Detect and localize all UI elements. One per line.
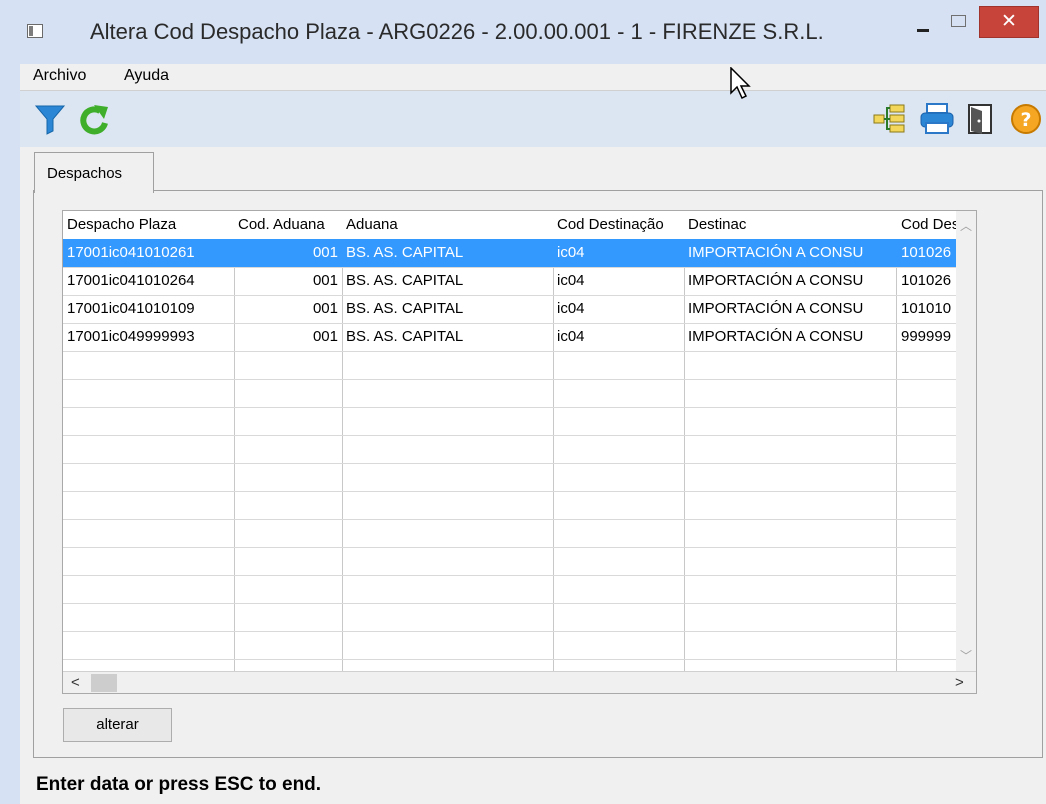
cell-despacho-plaza: 17001ic041010109 <box>67 300 195 317</box>
menu-archivo[interactable]: Archivo <box>33 67 86 85</box>
scroll-up-icon[interactable]: ︿ <box>960 217 972 234</box>
cell-destinac: IMPORTACIÓN A CONSU <box>688 244 864 261</box>
toolbar: ? <box>20 91 1046 147</box>
cell-despacho-plaza: 17001ic041010261 <box>67 244 195 261</box>
scroll-left-icon[interactable]: < <box>71 674 80 691</box>
tab-despachos-label: Despachos <box>47 165 123 182</box>
empty-row <box>63 519 975 548</box>
empty-row <box>63 631 975 660</box>
empty-row <box>63 575 975 604</box>
cell-despacho-plaza: 17001ic041010264 <box>67 272 195 289</box>
cell-destinac: IMPORTACIÓN A CONSU <box>688 328 864 345</box>
window-title: Altera Cod Despacho Plaza - ARG0226 - 2.… <box>90 19 824 44</box>
cell-aduana: BS. AS. CAPITAL <box>346 272 464 289</box>
cell-cod-destinacao: ic04 <box>557 328 585 345</box>
tab-despachos[interactable]: Despachos <box>34 152 154 193</box>
despachos-grid[interactable]: Despacho Plaza Cod. Aduana Aduana Cod De… <box>62 210 977 694</box>
exit-door-icon[interactable] <box>966 103 996 135</box>
empty-row <box>63 547 975 576</box>
cell-cod-desp: 101026 <box>901 244 952 261</box>
svg-text:?: ? <box>1020 109 1031 131</box>
column-header-despacho-plaza[interactable]: Despacho Plaza <box>67 216 176 233</box>
cell-aduana: BS. AS. CAPITAL <box>346 244 464 261</box>
cell-despacho-plaza: 17001ic049999993 <box>67 328 195 345</box>
title-bar: Altera Cod Despacho Plaza - ARG0226 - 2.… <box>0 0 1046 64</box>
print-icon[interactable] <box>920 103 954 135</box>
table-row[interactable]: 17001ic041010261 001 BS. AS. CAPITAL ic0… <box>63 239 975 268</box>
cell-cod-destinacao: ic04 <box>557 244 585 261</box>
cell-aduana: BS. AS. CAPITAL <box>346 300 464 317</box>
grid-header: Despacho Plaza Cod. Aduana Aduana Cod De… <box>63 211 976 240</box>
cell-destinac: IMPORTACIÓN A CONSU <box>688 300 864 317</box>
cell-cod-aduana: 001 <box>312 300 338 317</box>
empty-row <box>63 491 975 520</box>
empty-row <box>63 463 975 492</box>
horizontal-scrollbar[interactable]: < > <box>63 671 976 693</box>
empty-row <box>63 379 975 408</box>
scroll-down-icon[interactable]: ﹀ <box>960 647 972 664</box>
refresh-icon[interactable] <box>78 103 112 137</box>
table-row[interactable]: 17001ic041010109 001 BS. AS. CAPITAL ic0… <box>63 295 975 324</box>
cell-cod-desp: 101026 <box>901 272 952 289</box>
column-header-cod-desp[interactable]: Cod Desp <box>901 216 956 233</box>
filter-icon[interactable] <box>34 103 66 135</box>
minimize-button[interactable] <box>900 10 944 40</box>
close-button[interactable]: ✕ <box>979 6 1039 38</box>
cell-cod-aduana: 001 <box>312 244 338 261</box>
window-frame-left <box>0 64 20 804</box>
scroll-right-icon[interactable]: > <box>955 674 964 691</box>
menu-ayuda[interactable]: Ayuda <box>124 67 169 85</box>
column-header-cod-aduana[interactable]: Cod. Aduana <box>238 216 325 233</box>
table-row[interactable]: 17001ic041010264 001 BS. AS. CAPITAL ic0… <box>63 267 975 296</box>
cell-cod-desp: 999999 <box>901 328 952 345</box>
column-header-cod-destinacao[interactable]: Cod Destinação <box>557 216 664 233</box>
cell-aduana: BS. AS. CAPITAL <box>346 328 464 345</box>
cell-cod-destinacao: ic04 <box>557 300 585 317</box>
cell-cod-aduana: 001 <box>312 272 338 289</box>
status-bar: Enter data or press ESC to end. <box>20 760 1046 804</box>
cell-cod-destinacao: ic04 <box>557 272 585 289</box>
scroll-thumb[interactable] <box>91 674 117 692</box>
table-row[interactable]: 17001ic049999993 001 BS. AS. CAPITAL ic0… <box>63 323 975 352</box>
vertical-scrollbar[interactable]: ︿ ﹀ <box>956 211 976 673</box>
cell-destinac: IMPORTACIÓN A CONSU <box>688 272 864 289</box>
menu-bar: Archivo Ayuda <box>20 64 1046 91</box>
empty-row <box>63 407 975 436</box>
empty-row <box>63 351 975 380</box>
empty-row <box>63 435 975 464</box>
column-header-destinac[interactable]: Destinac <box>688 216 746 233</box>
mouse-cursor-icon <box>730 67 751 100</box>
maximize-button[interactable] <box>944 10 974 40</box>
tree-icon[interactable] <box>872 103 906 135</box>
help-icon[interactable]: ? <box>1010 103 1042 135</box>
alterar-button[interactable]: alterar <box>63 708 172 742</box>
app-icon[interactable] <box>27 24 43 38</box>
cell-cod-desp: 101010 <box>901 300 952 317</box>
empty-row <box>63 603 975 632</box>
cell-cod-aduana: 001 <box>312 328 338 345</box>
status-message: Enter data or press ESC to end. <box>36 774 322 795</box>
column-header-aduana[interactable]: Aduana <box>346 216 398 233</box>
